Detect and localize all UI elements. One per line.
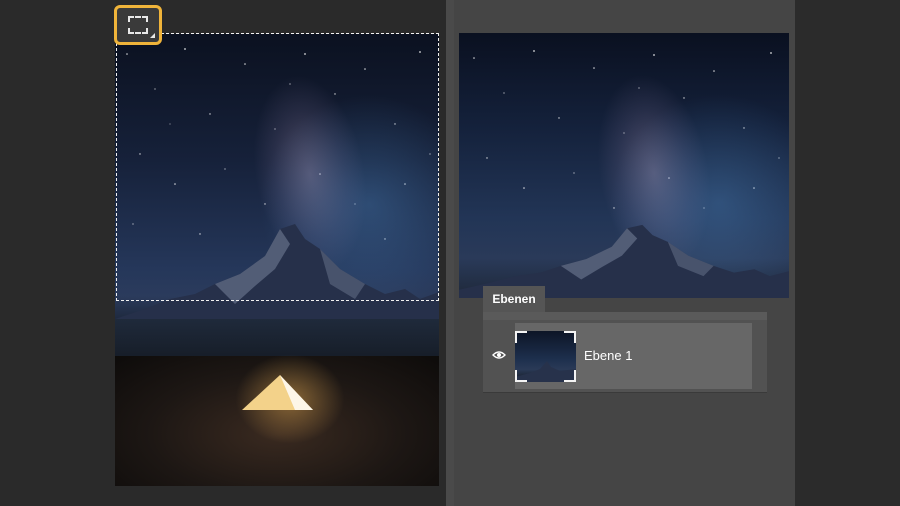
visibility-eye-icon[interactable] (492, 350, 506, 360)
layers-header (483, 312, 767, 320)
cropped-preview-photo (459, 33, 789, 298)
transform-corner-icon (564, 370, 576, 382)
tab-layers[interactable]: Ebenen (483, 286, 545, 312)
transform-corner-icon (515, 331, 527, 343)
layer-name: Ebene 1 (584, 348, 633, 363)
tool-flyout-indicator-icon (150, 33, 155, 38)
mountain-silhouette (115, 224, 439, 334)
transform-corner-icon (515, 370, 527, 382)
transform-corner-icon (564, 331, 576, 343)
layer-thumbnail[interactable] (515, 331, 576, 382)
rectangular-marquee-tool-button[interactable] (114, 5, 162, 45)
right-margin (795, 0, 900, 506)
document-canvas-photo[interactable] (115, 34, 439, 486)
pane-divider[interactable] (446, 0, 454, 506)
tent-icon (242, 375, 313, 410)
rectangular-marquee-icon (128, 16, 148, 34)
